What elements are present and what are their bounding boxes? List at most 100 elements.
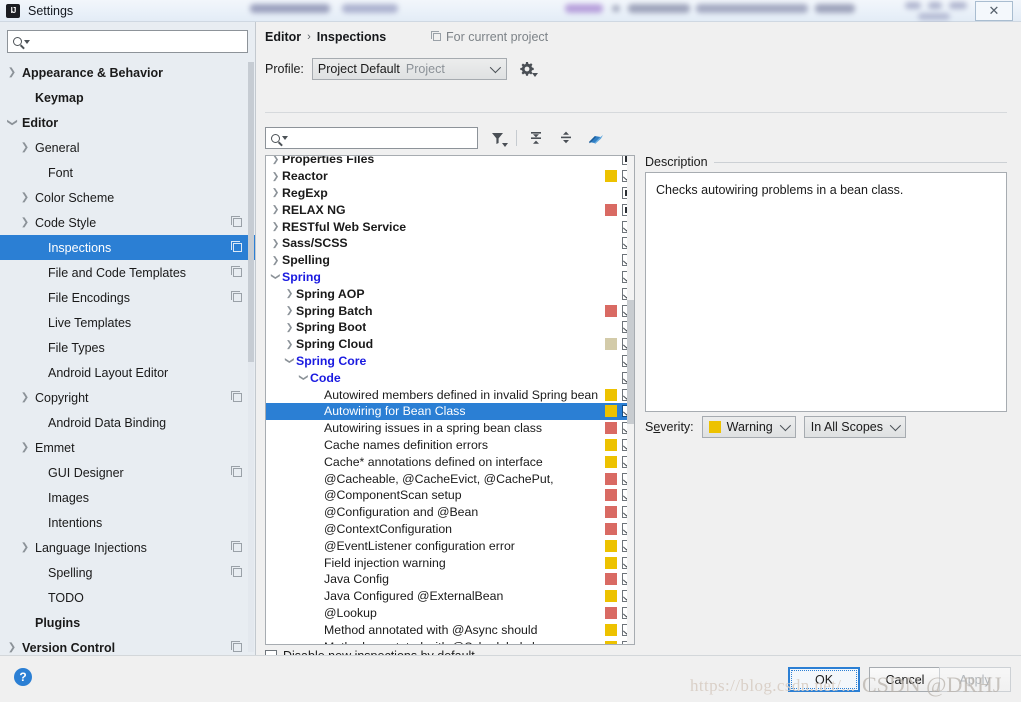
chevron-right-icon[interactable]: ❯	[269, 255, 282, 266]
sidebar-item-android-data-binding[interactable]: Android Data Binding	[0, 410, 255, 435]
sidebar-item-keymap[interactable]: Keymap	[0, 85, 255, 110]
tree-row[interactable]: ❯ Sass/SCSS	[266, 235, 634, 252]
sidebar-item-emmet[interactable]: ❯ Emmet	[0, 435, 255, 460]
tree-row[interactable]: Field injection warning	[266, 554, 634, 571]
chevron-down-icon[interactable]: ❯	[270, 270, 281, 283]
sidebar-item-file-encodings[interactable]: File Encodings	[0, 285, 255, 310]
chevron-right-icon[interactable]: ❯	[283, 305, 296, 316]
tree-row[interactable]: ❯ Spring AOP	[266, 285, 634, 302]
chevron-right-icon[interactable]: ❯	[269, 204, 282, 215]
search-dropdown-caret-icon[interactable]	[24, 39, 30, 44]
sidebar-item-copyright[interactable]: ❯ Copyright	[0, 385, 255, 410]
sidebar-item-todo[interactable]: TODO	[0, 585, 255, 610]
sidebar-item-font[interactable]: Font	[0, 160, 255, 185]
sidebar-item-general[interactable]: ❯ General	[0, 135, 255, 160]
tree-row[interactable]: @ComponentScan setup	[266, 487, 634, 504]
sidebar-item-android-layout-editor[interactable]: Android Layout Editor	[0, 360, 255, 385]
sidebar-scrollbar-thumb[interactable]	[248, 62, 254, 362]
sidebar-item-editor[interactable]: ❯ Editor	[0, 110, 255, 135]
chevron-right-icon[interactable]: ❯	[19, 142, 31, 153]
tree-row[interactable]: @Lookup	[266, 605, 634, 622]
sidebar-item-images[interactable]: Images	[0, 485, 255, 510]
inspection-search-box[interactable]	[265, 127, 478, 149]
search-dropdown-caret-icon[interactable]	[282, 136, 288, 140]
tree-row[interactable]: Autowired members defined in invalid Spr…	[266, 386, 634, 403]
tree-row[interactable]: Autowiring for Bean Class	[266, 402, 634, 420]
sidebar-item-color-scheme[interactable]: ❯ Color Scheme	[0, 185, 255, 210]
tree-row[interactable]: ❯ Spring Core	[266, 353, 634, 370]
tree-row[interactable]: @ContextConfiguration	[266, 521, 634, 538]
tree-row[interactable]: ❯ Spelling	[266, 252, 634, 269]
chevron-down-icon[interactable]: ❯	[7, 117, 18, 129]
profile-dropdown[interactable]: Project Default Project	[311, 58, 507, 80]
chevron-right-icon[interactable]: ❯	[19, 192, 31, 203]
chevron-right-icon[interactable]: ❯	[283, 322, 296, 333]
sidebar-item-gui-designer[interactable]: GUI Designer	[0, 460, 255, 485]
chevron-right-icon[interactable]: ❯	[283, 288, 296, 299]
help-button[interactable]: ?	[14, 668, 32, 686]
tree-row[interactable]: @Cacheable, @CacheEvict, @CachePut,	[266, 470, 634, 487]
tree-row[interactable]: Method annotated with @Async should	[266, 621, 634, 638]
chevron-right-icon[interactable]: ❯	[283, 339, 296, 350]
sidebar-item-inspections[interactable]: Inspections	[0, 235, 255, 260]
cancel-button[interactable]: Cancel	[869, 667, 941, 692]
chevron-right-icon[interactable]: ❯	[19, 217, 31, 228]
sidebar-item-file-types[interactable]: File Types	[0, 335, 255, 360]
tree-row[interactable]: ❯ Spring Batch	[266, 302, 634, 319]
chevron-right-icon[interactable]: ❯	[269, 156, 282, 165]
expand-all-icon[interactable]	[525, 127, 547, 149]
tree-scrollbar-thumb[interactable]	[627, 300, 634, 424]
chevron-right-icon[interactable]: ❯	[269, 171, 282, 182]
apply-button[interactable]: Apply	[939, 667, 1011, 692]
scope-dropdown[interactable]: In All Scopes	[803, 416, 906, 438]
filter-icon[interactable]	[486, 127, 508, 149]
chevron-right-icon[interactable]: ❯	[19, 542, 31, 553]
chevron-right-icon[interactable]: ❯	[6, 67, 18, 78]
gear-icon[interactable]	[519, 61, 538, 77]
tree-row[interactable]: Autowiring issues in a spring bean class	[266, 420, 634, 437]
reset-icon[interactable]	[585, 127, 607, 149]
sidebar-search-input[interactable]	[34, 33, 242, 50]
tree-row[interactable]: @Configuration and @Bean	[266, 504, 634, 521]
tree-row[interactable]: ❯ Properties Files	[266, 156, 634, 168]
sidebar-search-box[interactable]	[7, 30, 248, 53]
sidebar-item-file-and-code-templates[interactable]: File and Code Templates	[0, 260, 255, 285]
inspection-search-input[interactable]	[292, 130, 472, 146]
sidebar-item-language-injections[interactable]: ❯ Language Injections	[0, 535, 255, 560]
tree-row[interactable]: Method annotated with @Scheduled sh	[266, 638, 634, 644]
inspections-tree[interactable]: ❯ Properties Files ❯ Reactor ❯ RegExp ❯ RELAX N…	[265, 155, 635, 645]
tree-row[interactable]: ❯ RESTful Web Service	[266, 218, 634, 235]
tree-row[interactable]: ❯ Spring Boot	[266, 319, 634, 336]
sidebar-item-spelling[interactable]: Spelling	[0, 560, 255, 585]
chevron-right-icon[interactable]: ❯	[269, 187, 282, 198]
tree-row[interactable]: ❯ Spring Cloud	[266, 336, 634, 353]
sidebar-item-plugins[interactable]: Plugins	[0, 610, 255, 635]
collapse-all-icon[interactable]	[555, 127, 577, 149]
sidebar-item-appearance-behavior[interactable]: ❯ Appearance & Behavior	[0, 60, 255, 85]
tree-row[interactable]: ❯ Code	[266, 369, 634, 386]
sidebar-item-version-control[interactable]: ❯ Version Control	[0, 635, 255, 655]
chevron-down-icon[interactable]: ❯	[284, 354, 295, 367]
tree-row[interactable]: ❯ Spring	[266, 269, 634, 286]
tree-row[interactable]: Java Configured @ExternalBean	[266, 588, 634, 605]
tree-row[interactable]: ❯ RegExp	[266, 185, 634, 202]
tree-row[interactable]: Java Config	[266, 571, 634, 588]
tree-row[interactable]: @EventListener configuration error	[266, 537, 634, 554]
tree-row[interactable]: ❯ Reactor	[266, 168, 634, 185]
sidebar-item-intentions[interactable]: Intentions	[0, 510, 255, 535]
chevron-right-icon[interactable]: ❯	[6, 642, 18, 653]
chevron-right-icon[interactable]: ❯	[269, 221, 282, 232]
tree-row[interactable]: Cache names definition errors	[266, 437, 634, 454]
tree-row[interactable]: Cache* annotations defined on interface	[266, 453, 634, 470]
severity-dropdown[interactable]: Warning	[701, 416, 796, 438]
chevron-right-icon[interactable]: ❯	[269, 238, 282, 249]
chevron-right-icon[interactable]: ❯	[19, 392, 31, 403]
tree-row[interactable]: ❯ RELAX NG	[266, 201, 634, 218]
sidebar-item-code-style[interactable]: ❯ Code Style	[0, 210, 255, 235]
chevron-right-icon[interactable]: ❯	[19, 442, 31, 453]
breadcrumb-parent[interactable]: Editor	[265, 30, 301, 44]
sidebar-item-live-templates[interactable]: Live Templates	[0, 310, 255, 335]
close-window-button[interactable]: ✕	[975, 1, 1013, 21]
chevron-down-icon[interactable]: ❯	[298, 371, 309, 384]
ok-button[interactable]: OK	[788, 667, 860, 692]
